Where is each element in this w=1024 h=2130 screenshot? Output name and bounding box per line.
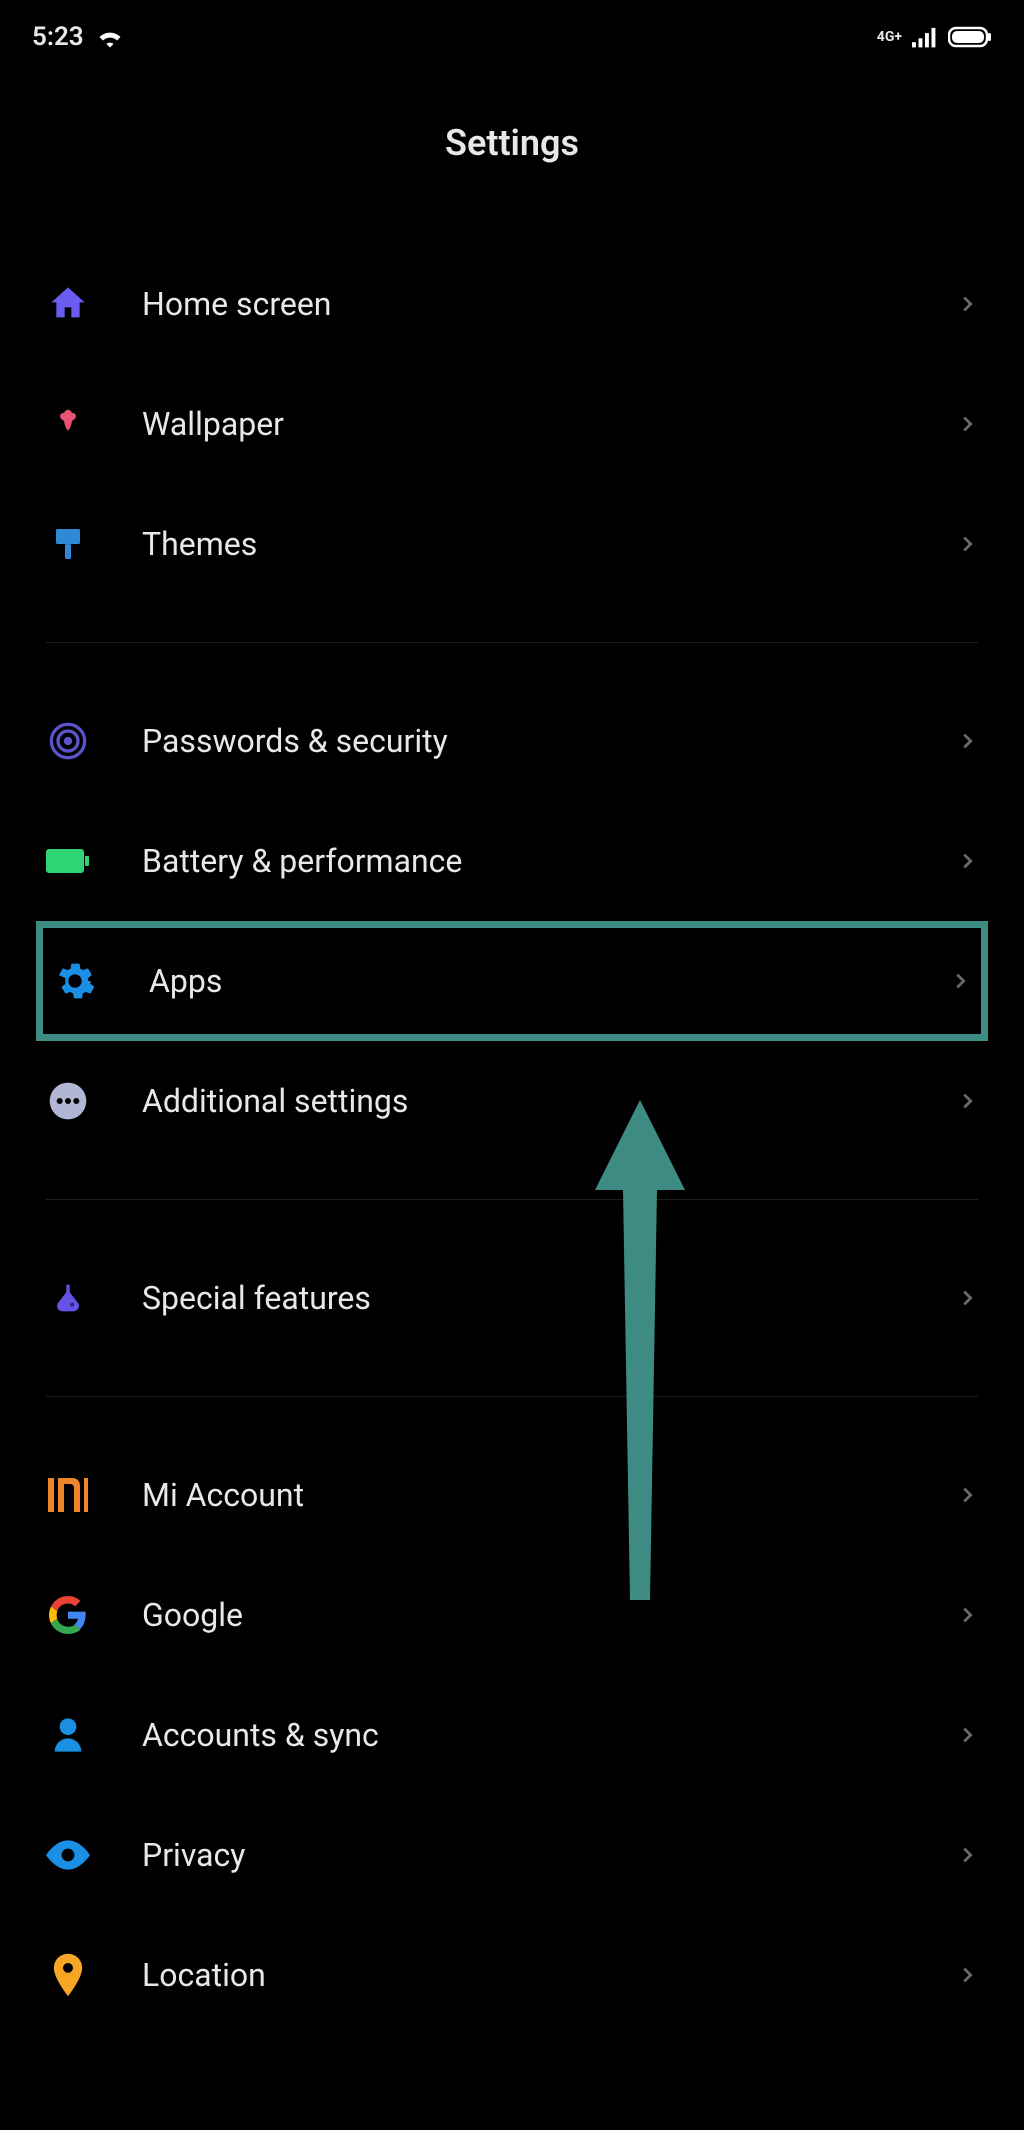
row-home-screen[interactable]: Home screen — [0, 244, 1024, 364]
gear-icon — [53, 959, 97, 1003]
row-label: Location — [142, 1956, 956, 1994]
row-label: Google — [142, 1596, 956, 1634]
row-apps[interactable]: Apps — [36, 921, 988, 1041]
row-battery[interactable]: Battery & performance — [0, 801, 1024, 921]
page-header: Settings — [0, 62, 1024, 244]
wifi-icon — [96, 26, 124, 48]
row-label: Privacy — [142, 1836, 956, 1874]
chevron-right-icon — [956, 293, 978, 315]
row-label: Special features — [142, 1279, 956, 1317]
chevron-right-icon — [956, 413, 978, 435]
row-special-features[interactable]: Special features — [0, 1238, 1024, 1358]
row-google[interactable]: Google — [0, 1555, 1024, 1675]
row-label: Home screen — [142, 285, 956, 323]
page-title: Settings — [0, 122, 1024, 164]
flask-icon — [46, 1276, 90, 1320]
status-time: 5:23 — [32, 22, 84, 52]
mi-icon — [46, 1473, 90, 1517]
chevron-right-icon — [956, 533, 978, 555]
fingerprint-icon — [46, 719, 90, 763]
person-icon — [46, 1713, 90, 1757]
pin-icon — [46, 1953, 90, 1997]
row-label: Wallpaper — [142, 405, 956, 443]
settings-group: Passwords & security Battery & performan… — [0, 681, 1024, 1161]
row-privacy[interactable]: Privacy — [0, 1795, 1024, 1915]
row-label: Mi Account — [142, 1476, 956, 1514]
row-mi-account[interactable]: Mi Account — [0, 1435, 1024, 1555]
chevron-right-icon — [956, 1964, 978, 1986]
status-left: 5:23 — [32, 22, 124, 52]
dots-icon — [46, 1079, 90, 1123]
chevron-right-icon — [956, 730, 978, 752]
status-bar: 5:23 4G+ — [0, 0, 1024, 62]
row-location[interactable]: Location — [0, 1915, 1024, 2035]
settings-group: Special features — [0, 1238, 1024, 1358]
google-icon — [46, 1593, 90, 1637]
row-themes[interactable]: Themes — [0, 484, 1024, 604]
divider — [46, 1396, 978, 1397]
chevron-right-icon — [956, 1287, 978, 1309]
row-label: Themes — [142, 525, 956, 563]
chevron-right-icon — [956, 1844, 978, 1866]
status-right: 4G+ — [877, 26, 992, 48]
chevron-right-icon — [956, 1724, 978, 1746]
row-accounts-sync[interactable]: Accounts & sync — [0, 1675, 1024, 1795]
row-passwords-security[interactable]: Passwords & security — [0, 681, 1024, 801]
network-badge: 4G+ — [877, 30, 902, 44]
chevron-right-icon — [956, 850, 978, 872]
divider — [46, 642, 978, 643]
flower-icon — [46, 402, 90, 446]
battery-full-icon — [948, 26, 992, 48]
chevron-right-icon — [956, 1484, 978, 1506]
settings-group: Mi Account Google Accounts & sync Privac… — [0, 1435, 1024, 2035]
row-label: Passwords & security — [142, 722, 956, 760]
home-icon — [46, 282, 90, 326]
row-label: Battery & performance — [142, 842, 956, 880]
row-wallpaper[interactable]: Wallpaper — [0, 364, 1024, 484]
divider — [46, 1199, 978, 1200]
row-additional[interactable]: Additional settings — [0, 1041, 1024, 1161]
chevron-right-icon — [956, 1090, 978, 1112]
row-label: Apps — [149, 962, 949, 1000]
signal-icon — [912, 26, 938, 48]
chevron-right-icon — [956, 1604, 978, 1626]
chevron-right-icon — [949, 970, 971, 992]
eye-icon — [46, 1833, 90, 1877]
row-label: Accounts & sync — [142, 1716, 956, 1754]
settings-group: Home screen Wallpaper Themes — [0, 244, 1024, 604]
battery-icon — [46, 839, 90, 883]
row-label: Additional settings — [142, 1082, 956, 1120]
brush-icon — [46, 522, 90, 566]
